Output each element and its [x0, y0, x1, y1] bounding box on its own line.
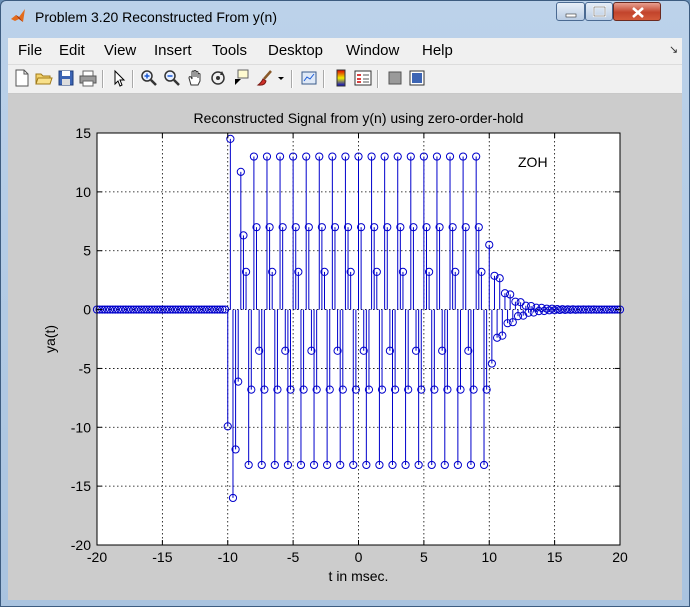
x-tick-label: 10 — [481, 549, 497, 565]
maximize-icon — [592, 5, 607, 18]
menu-insert[interactable]: Insert — [154, 42, 192, 59]
zoom-in-icon — [141, 70, 157, 86]
show-plot-tools-button[interactable] — [408, 69, 426, 87]
rotate-3d-icon — [211, 71, 225, 85]
colorbar-icon — [336, 69, 346, 87]
maximize-button[interactable] — [585, 2, 613, 21]
y-tick-label: -5 — [79, 360, 92, 376]
y-tick-label: -20 — [71, 537, 91, 553]
zoom-out-icon — [164, 70, 180, 86]
x-tick-label: 5 — [420, 549, 428, 565]
x-tick-label: -10 — [218, 549, 238, 565]
brush-dropdown-button[interactable] — [276, 69, 286, 87]
x-tick-label: 0 — [355, 549, 363, 565]
y-tick-label: 5 — [83, 243, 91, 259]
print-icon — [79, 70, 97, 87]
y-tick-label: -15 — [71, 478, 91, 494]
save-icon — [58, 70, 74, 86]
pan-button[interactable] — [186, 69, 204, 87]
x-tick-label: 20 — [612, 549, 628, 565]
new-figure-icon — [15, 69, 29, 87]
edit-plot-arrow-icon — [114, 69, 126, 87]
chart-title: Reconstructed Signal from y(n) using zer… — [194, 110, 524, 126]
x-tick-label: -15 — [152, 549, 172, 565]
x-axis-label: t in msec. — [329, 568, 389, 584]
insert-colorbar-button[interactable] — [332, 69, 350, 87]
toolbar-separator — [377, 70, 379, 88]
show-plot-tools-icon — [409, 70, 425, 86]
brush-dropdown-icon — [278, 77, 284, 80]
menu-bar: File Edit View Insert Tools Desktop Wind… — [8, 38, 682, 65]
menu-help[interactable]: Help — [422, 42, 453, 59]
link-plot-button[interactable] — [300, 69, 318, 87]
zoom-out-button[interactable] — [163, 69, 181, 87]
new-figure-button[interactable] — [13, 69, 31, 87]
y-tick-label: 10 — [75, 184, 91, 200]
edit-plot-button[interactable] — [110, 69, 128, 87]
y-tick-label: -10 — [71, 419, 91, 435]
y-tick-label: 15 — [75, 125, 91, 141]
figure-toolbar — [8, 65, 682, 94]
menu-file[interactable]: File — [18, 42, 42, 59]
hide-plot-tools-icon — [388, 71, 402, 85]
menu-edit[interactable]: Edit — [59, 42, 85, 59]
menu-window[interactable]: Window — [346, 42, 399, 59]
window-title: Problem 3.20 Reconstructed From y(n) — [35, 9, 277, 25]
toolbar-separator — [291, 70, 293, 88]
open-file-icon — [35, 73, 53, 85]
toolbar-separator — [323, 70, 325, 88]
pan-hand-icon — [188, 70, 201, 86]
brush-icon — [256, 70, 272, 86]
link-plot-icon — [301, 71, 317, 85]
legend-icon — [354, 70, 372, 86]
y-axis-label: ya(t) — [42, 325, 58, 353]
menu-desktop[interactable]: Desktop — [268, 42, 323, 59]
save-button[interactable] — [57, 69, 75, 87]
open-file-button[interactable] — [35, 69, 53, 87]
stem-plot: -20 -15 -10 -5 0 5 10 15 20151050-5-10-15-20 Rec… — [42, 110, 628, 584]
insert-legend-button[interactable] — [354, 69, 372, 87]
y-tick-label: 0 — [83, 302, 91, 318]
close-button[interactable] — [613, 2, 661, 21]
toolbar-separator — [102, 70, 104, 88]
minimize-button[interactable] — [556, 2, 585, 21]
x-tick-label: -5 — [287, 549, 300, 565]
menu-tools[interactable]: Tools — [212, 42, 247, 59]
zoh-annotation: ZOH — [518, 154, 548, 170]
zoom-in-button[interactable] — [140, 69, 158, 87]
brush-button[interactable] — [256, 69, 274, 87]
figure-window: Problem 3.20 Reconstructed From y(n) Fil… — [0, 0, 690, 607]
menu-view[interactable]: View — [104, 42, 136, 59]
title-bar[interactable]: Problem 3.20 Reconstructed From y(n) — [1, 1, 689, 33]
x-tick-label: 15 — [547, 549, 563, 565]
menubar-dock-arrow-icon[interactable]: ↘ — [669, 43, 678, 56]
print-button[interactable] — [79, 69, 97, 87]
minimize-icon — [565, 13, 577, 18]
figure-canvas[interactable]: -20 -15 -10 -5 0 5 10 15 20 15 10 5 0 -5 -10 -15 -20 Rec… — [8, 94, 682, 600]
matlab-logo-icon — [11, 9, 25, 22]
close-icon — [632, 7, 644, 18]
rotate-3d-button[interactable] — [209, 69, 227, 87]
data-cursor-button[interactable] — [232, 69, 250, 87]
hide-plot-tools-button[interactable] — [386, 69, 404, 87]
toolbar-separator — [132, 70, 134, 88]
data-cursor-icon — [235, 69, 249, 85]
